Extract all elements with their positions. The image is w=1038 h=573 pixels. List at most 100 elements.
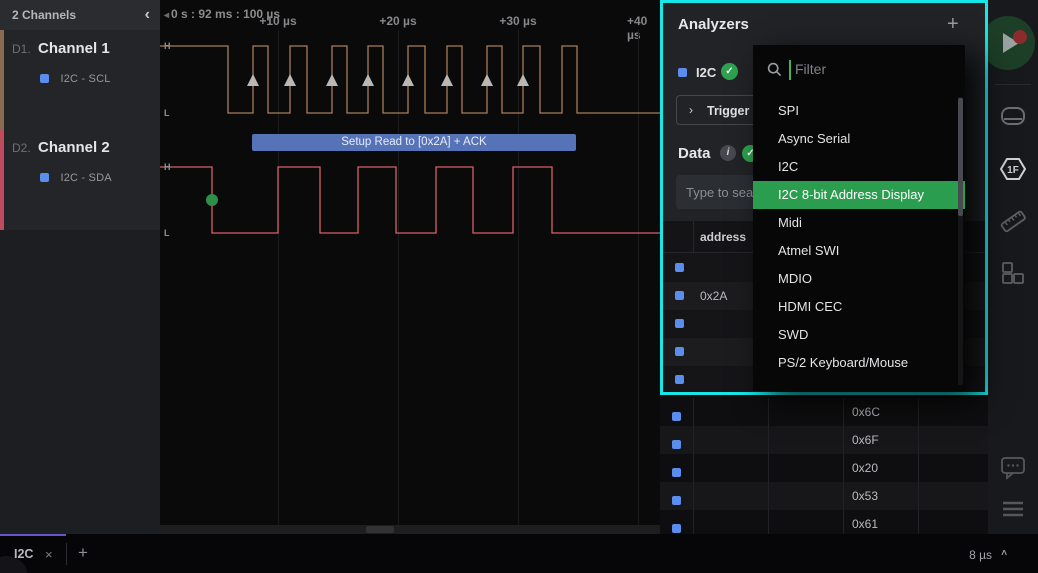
channel-1-color-stripe bbox=[0, 30, 4, 129]
table-cell bbox=[693, 398, 768, 426]
analyzer-type-dropdown: Filter SPIAsync SerialI2CI2C 8-bit Addre… bbox=[753, 45, 965, 391]
table-cell bbox=[768, 510, 843, 534]
analyzer-option-async-serial[interactable]: Async Serial bbox=[753, 125, 965, 153]
frame-color-square-icon bbox=[675, 319, 684, 328]
right-toolbar: 1F bbox=[988, 0, 1038, 573]
toolbar-divider bbox=[995, 84, 1031, 85]
scl-low-label: L bbox=[164, 108, 170, 118]
sda-low-label: L bbox=[164, 228, 170, 238]
horizontal-scrollbar-thumb[interactable] bbox=[366, 526, 394, 533]
frame-color-square-icon bbox=[672, 412, 681, 421]
channel-2-id: D2. bbox=[12, 141, 31, 155]
data-cell: 0x53 bbox=[843, 482, 918, 510]
collapse-sidebar-icon[interactable]: ‹ bbox=[145, 0, 150, 30]
channels-sidebar: 2 Channels ‹ D1. Channel 1 I2C - SCL D2.… bbox=[0, 0, 160, 534]
analyzer-options-list: SPIAsync SerialI2CI2C 8-bit Address Disp… bbox=[753, 97, 965, 377]
start-capture-button[interactable] bbox=[981, 16, 1035, 70]
analyzer-color-square-icon bbox=[40, 173, 49, 182]
close-tab-icon[interactable]: × bbox=[45, 547, 53, 562]
analyzer-option-i2c-8-bit-address-display[interactable]: I2C 8-bit Address Display bbox=[753, 181, 965, 209]
frame-color-square-icon bbox=[672, 468, 681, 477]
dropdown-scrollbar-thumb[interactable] bbox=[958, 98, 963, 216]
horizontal-scrollbar[interactable] bbox=[160, 525, 660, 534]
tab-divider bbox=[66, 543, 67, 565]
decoded-data-table-continued[interactable]: 0x6C0x6F0x200x530x61 bbox=[660, 398, 988, 534]
analyzer-name: I2C bbox=[696, 65, 716, 80]
chevron-right-icon: › bbox=[689, 103, 693, 117]
frame-icon-cell bbox=[660, 482, 693, 510]
table-cell bbox=[768, 454, 843, 482]
digital-waveforms bbox=[160, 0, 660, 525]
bottom-tab-bar: I2C × + 8 µs ∧ bbox=[0, 534, 1038, 573]
chat-feedback-icon[interactable] bbox=[999, 453, 1027, 481]
dropdown-filter-box[interactable]: Filter bbox=[753, 45, 965, 95]
logic-analyzer-app: 2 Channels ‹ D1. Channel 1 I2C - SCL D2.… bbox=[0, 0, 1038, 573]
channels-header: 2 Channels ‹ bbox=[0, 0, 160, 30]
table-row[interactable]: 0x6C bbox=[660, 398, 988, 426]
frame-icon-cell bbox=[660, 454, 693, 482]
table-row[interactable]: 0x6F bbox=[660, 426, 988, 454]
rising-edge-arrow-icon bbox=[481, 74, 493, 86]
analyzer-option-midi[interactable]: Midi bbox=[753, 209, 965, 237]
address-cell: 0x2A bbox=[700, 289, 727, 303]
analyzer-option-spi[interactable]: SPI bbox=[753, 97, 965, 125]
data-cell: 0x20 bbox=[843, 454, 918, 482]
table-row[interactable]: 0x61 bbox=[660, 510, 988, 534]
analyzer-option-mdio[interactable]: MDIO bbox=[753, 265, 965, 293]
channel-row-2[interactable]: D2. Channel 2 I2C - SDA bbox=[0, 129, 160, 230]
frame-color-square-icon bbox=[675, 347, 684, 356]
window-size-label[interactable]: 8 µs bbox=[969, 548, 992, 562]
rising-edge-arrow-icon bbox=[284, 74, 296, 86]
frame-icon-cell bbox=[660, 426, 693, 454]
add-analyzer-button[interactable]: + bbox=[947, 13, 959, 36]
table-cell bbox=[918, 482, 988, 510]
table-cell bbox=[693, 482, 768, 510]
channel-1-name: Channel 1 bbox=[38, 40, 110, 57]
waveform-viewport[interactable]: ◂0 s : 92 ms : 100 µs +10 µs+20 µs+30 µs… bbox=[160, 0, 660, 534]
device-settings-icon[interactable] bbox=[999, 102, 1027, 130]
analyzer-option-i2c[interactable]: I2C bbox=[753, 153, 965, 181]
analyzer-option-hdmi-cec[interactable]: HDMI CEC bbox=[753, 293, 965, 321]
table-cell bbox=[918, 454, 988, 482]
hex-value-display-icon[interactable]: 1F bbox=[999, 155, 1027, 183]
menu-icon[interactable] bbox=[999, 495, 1027, 523]
table-cell bbox=[918, 510, 988, 534]
layout-grid-icon[interactable] bbox=[999, 259, 1027, 287]
analyzer-option-swd[interactable]: SWD bbox=[753, 321, 965, 349]
channel-row-1[interactable]: D1. Channel 1 I2C - SCL bbox=[0, 30, 160, 129]
analyzers-title: Analyzers bbox=[678, 16, 749, 33]
rising-edge-arrow-icon bbox=[326, 74, 338, 86]
rising-edge-arrow-icon bbox=[517, 74, 529, 86]
search-icon bbox=[767, 62, 782, 77]
rising-edge-arrow-icon bbox=[362, 74, 374, 86]
data-cell: 0x6C bbox=[843, 398, 918, 426]
frame-color-square-icon bbox=[675, 375, 684, 384]
channel-1-id: D1. bbox=[12, 42, 31, 56]
frame-color-square-icon bbox=[675, 291, 684, 300]
rising-edge-arrow-icon bbox=[441, 74, 453, 86]
info-icon[interactable]: i bbox=[720, 145, 736, 161]
tab-i2c[interactable]: I2C bbox=[14, 547, 33, 561]
filter-placeholder: Filter bbox=[795, 61, 826, 77]
channel-2-name: Channel 2 bbox=[38, 139, 110, 156]
frame-color-square-icon bbox=[672, 496, 681, 505]
analyzer-option-ps-2-keyboard-mouse[interactable]: PS/2 Keyboard/Mouse bbox=[753, 349, 965, 377]
table-row[interactable]: 0x20 bbox=[660, 454, 988, 482]
add-tab-button[interactable]: + bbox=[78, 543, 88, 563]
table-cell bbox=[693, 510, 768, 534]
recording-dot-icon bbox=[1013, 30, 1027, 44]
scl-high-label: H bbox=[164, 41, 171, 51]
table-cell bbox=[768, 482, 843, 510]
table-row[interactable]: 0x53 bbox=[660, 482, 988, 510]
table-cell bbox=[768, 426, 843, 454]
chevron-up-icon[interactable]: ∧ bbox=[1000, 548, 1008, 558]
i2c-decode-annotation[interactable]: Setup Read to [0x2A] + ACK bbox=[252, 134, 576, 151]
i2c-start-marker-icon bbox=[206, 194, 218, 206]
frame-color-square-icon bbox=[675, 263, 684, 272]
frame-icon-cell bbox=[660, 398, 693, 426]
frame-color-square-icon bbox=[672, 440, 681, 449]
data-cell: 0x6F bbox=[843, 426, 918, 454]
data-cell: 0x61 bbox=[843, 510, 918, 534]
analyzer-option-atmel-swi[interactable]: Atmel SWI bbox=[753, 237, 965, 265]
ruler-measure-icon[interactable] bbox=[999, 207, 1027, 235]
